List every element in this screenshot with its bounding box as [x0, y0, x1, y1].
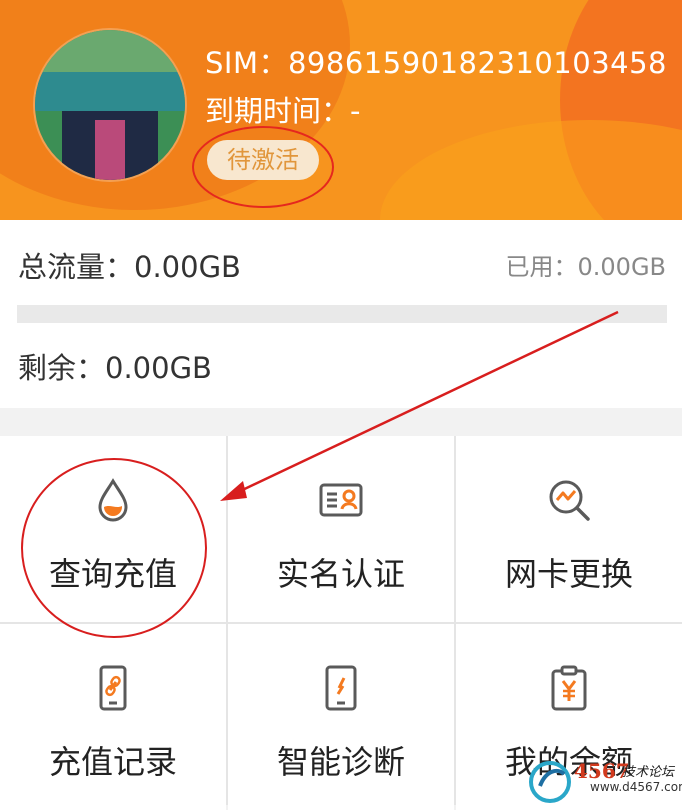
expire-line: 到期时间：- [205, 88, 360, 130]
tablet-diagnose-icon [325, 665, 357, 711]
sim-label: SIM： [205, 46, 288, 80]
expire-label: 到期时间： [205, 94, 351, 128]
grid-item-real-name[interactable]: 实名认证 [228, 436, 454, 622]
remain-value: 0.00GB [105, 351, 212, 385]
sim-number-line: SIM：89861590182310103458 [205, 40, 667, 82]
usage-progress-bar [17, 305, 667, 323]
used-label: 已用： [505, 253, 578, 281]
avatar-photo-part [35, 72, 185, 111]
remaining-traffic: 剩余：0.00GB [18, 345, 212, 387]
annotation-circle [21, 458, 207, 638]
annotation-circle [192, 126, 334, 208]
grid-item-label: 网卡更换 [504, 555, 633, 593]
watermark-url: www.d4567.com [590, 780, 682, 794]
grid-divider [454, 436, 456, 805]
avatar[interactable] [35, 30, 185, 180]
grid-item-recharge-history[interactable]: 充值记录 [0, 624, 226, 810]
remain-label: 剩余： [18, 351, 106, 385]
grid-item-label: 实名认证 [276, 555, 405, 593]
used-value: 0.00GB [577, 253, 667, 281]
phone-link-icon [99, 665, 127, 711]
grid-item-label: 充值记录 [48, 743, 177, 781]
avatar-photo-part [95, 120, 125, 180]
header-decoration [380, 120, 682, 220]
used-traffic: 已用：0.00GB [506, 247, 667, 282]
avatar-photo-part [35, 30, 185, 75]
id-card-icon [319, 483, 363, 517]
total-label: 总流量： [18, 250, 135, 284]
sim-number: 89861590182310103458 [287, 46, 667, 80]
watermark-logo: 4567 技术论坛 [529, 759, 676, 803]
grid-item-label: 智能诊断 [276, 743, 405, 781]
watermark-tagline: 技术论坛 [622, 765, 676, 780]
search-chart-icon [549, 480, 590, 521]
total-value: 0.00GB [134, 250, 241, 284]
total-traffic: 总流量：0.00GB [18, 244, 241, 286]
grid-item-diagnosis[interactable]: 智能诊断 [228, 624, 454, 810]
expire-value: - [350, 94, 361, 128]
grid-item-card-replace[interactable]: 网卡更换 [456, 436, 682, 622]
clipboard-yen-icon [551, 665, 587, 711]
grid-divider [226, 436, 228, 805]
